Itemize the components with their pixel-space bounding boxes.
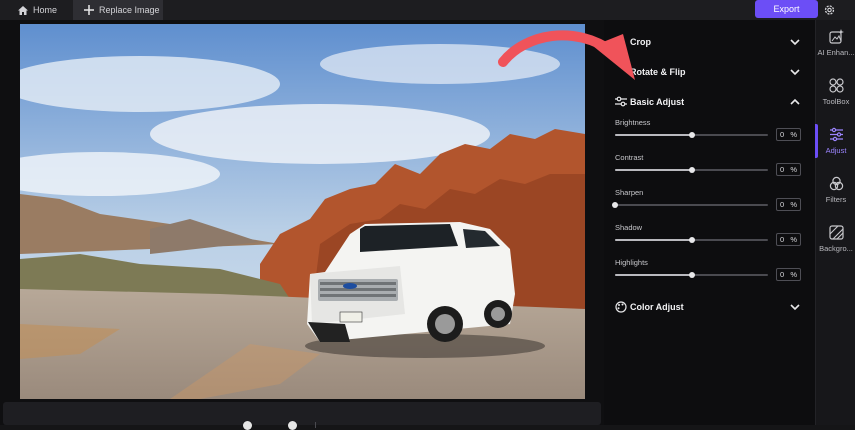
slider-label-brightness: Brightness: [615, 118, 651, 127]
slider-fill: [615, 169, 692, 171]
chevron-down-icon: [790, 69, 800, 76]
settings-button[interactable]: [823, 0, 841, 20]
adjust-panel: Crop Rotate & Flip Basic Adjust Brightne…: [604, 20, 815, 425]
slider-knob[interactable]: [688, 132, 695, 138]
slider-unit: %: [790, 235, 797, 244]
section-rotate-flip[interactable]: Rotate & Flip: [604, 62, 815, 82]
slider-fill: [615, 134, 692, 136]
slider-value: 0: [780, 200, 785, 209]
rail-label-adjust: Adjust: [825, 146, 847, 155]
slider-value-field-contrast[interactable]: 0%: [776, 163, 801, 176]
slider-label-sharpen: Sharpen: [615, 188, 644, 197]
rail-item-background[interactable]: Backgro...: [816, 216, 855, 262]
bottom-toolbar: [3, 402, 601, 430]
palette-icon: [615, 301, 627, 313]
chevron-up-icon: [790, 98, 800, 105]
toolbox-icon: [828, 78, 844, 93]
section-basic-adjust[interactable]: Basic Adjust: [604, 92, 815, 112]
background-icon: [828, 225, 844, 240]
slider-knob[interactable]: [688, 237, 695, 243]
slider-label-highlights: Highlights: [615, 258, 648, 267]
rail-item-toolbox[interactable]: ToolBox: [816, 69, 855, 115]
slider-track-sharpen[interactable]: [612, 202, 768, 208]
adjust-icon: [829, 127, 843, 142]
rail-label-background: Backgro...: [819, 244, 853, 253]
export-label: Export: [773, 4, 800, 14]
replace-image-button[interactable]: Replace Image: [73, 0, 163, 20]
slider-knob[interactable]: [688, 167, 695, 173]
chevron-down-icon: [790, 304, 800, 311]
section-basic-label: Basic Adjust: [630, 97, 685, 107]
rail-label-toolbox: ToolBox: [822, 97, 850, 106]
toolbar-divider: [315, 422, 316, 428]
canvas-area: [0, 20, 604, 430]
slider-fill: [615, 239, 692, 241]
slider-track-highlights[interactable]: [615, 272, 768, 278]
slider-value-field-shadow[interactable]: 0%: [776, 233, 801, 246]
section-crop[interactable]: Crop: [604, 32, 815, 52]
slider-track-contrast[interactable]: [615, 167, 768, 173]
section-rotate-label: Rotate & Flip: [630, 67, 686, 77]
replace-image-label: Replace Image: [99, 5, 160, 15]
slider-value-field-brightness[interactable]: 0%: [776, 128, 801, 141]
slider-track-shadow[interactable]: [615, 237, 768, 243]
slider-value-field-sharpen[interactable]: 0%: [776, 198, 801, 211]
rail-label-ai-enhance: AI Enhan...: [817, 48, 855, 57]
home-label: Home: [33, 5, 58, 15]
zoom-handle-right[interactable]: [288, 421, 297, 430]
slider-track-brightness[interactable]: [615, 132, 768, 138]
export-button[interactable]: Export: [755, 0, 818, 18]
chevron-down-icon: [790, 39, 800, 46]
zoom-handle-left[interactable]: [243, 421, 252, 430]
car-desert-photo: [20, 24, 585, 399]
sliders-icon: [615, 96, 627, 107]
photo-preview[interactable]: [20, 24, 585, 399]
slider-fill: [615, 274, 692, 276]
slider-value: 0: [780, 235, 785, 244]
slider-knob[interactable]: [612, 202, 618, 208]
ai-enhance-icon: [828, 29, 844, 44]
slider-knob[interactable]: [688, 272, 695, 278]
slider-value: 0: [780, 270, 785, 279]
section-crop-label: Crop: [630, 37, 651, 47]
section-color-adjust[interactable]: Color Adjust: [604, 297, 815, 317]
slider-label-contrast: Contrast: [615, 153, 644, 162]
right-tool-rail: AI Enhan... ToolBox Adjust Filters Backg…: [815, 20, 855, 425]
plus-icon: [84, 5, 94, 15]
rail-item-filters[interactable]: Filters: [816, 167, 855, 213]
slider-unit: %: [790, 270, 797, 279]
slider-unit: %: [790, 165, 797, 174]
home-button[interactable]: Home: [18, 0, 57, 20]
slider-value: 0: [780, 165, 785, 174]
slider-value: 0: [780, 130, 785, 139]
slider-value-field-highlights[interactable]: 0%: [776, 268, 801, 281]
top-bar: Home Replace Image Export: [0, 0, 855, 20]
slider-unit: %: [790, 200, 797, 209]
gear-icon: [824, 5, 835, 15]
rail-label-filters: Filters: [825, 195, 847, 204]
home-icon: [18, 5, 28, 15]
rail-item-adjust[interactable]: Adjust: [815, 118, 855, 164]
slider-label-shadow: Shadow: [615, 223, 643, 232]
slider-unit: %: [790, 130, 797, 139]
filters-icon: [829, 176, 843, 191]
rail-item-ai-enhance[interactable]: AI Enhan...: [816, 20, 855, 66]
section-color-label: Color Adjust: [630, 302, 684, 312]
